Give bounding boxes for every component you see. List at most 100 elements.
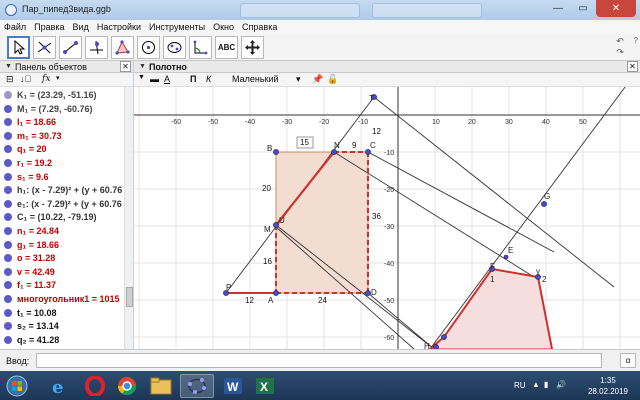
- taskbar-chrome[interactable]: [110, 374, 144, 398]
- segment-tool-button[interactable]: [59, 36, 82, 59]
- algebra-item[interactable]: многоугольник1 = 1015: [0, 293, 124, 306]
- auxiliary-objects-icon[interactable]: ⊟: [6, 74, 14, 85]
- close-button[interactable]: ✕: [596, 0, 636, 17]
- visibility-dot-icon[interactable]: [4, 213, 12, 222]
- algebra-item[interactable]: e₁: (x - 7.29)² + (y + 60.76: [0, 198, 124, 211]
- minimize-button[interactable]: —: [546, 0, 570, 17]
- menu-file[interactable]: Файл: [0, 22, 30, 32]
- network-icon[interactable]: ▮: [544, 380, 548, 389]
- text-tool-button[interactable]: ABC: [215, 36, 238, 59]
- algebra-item[interactable]: C₁ = (10.22, -79.19): [0, 211, 124, 224]
- volume-icon[interactable]: 🔊: [556, 380, 566, 389]
- visibility-dot-icon[interactable]: [4, 104, 12, 113]
- visibility-dot-icon[interactable]: [4, 227, 12, 235]
- visibility-dot-icon[interactable]: [4, 172, 12, 181]
- visibility-dot-icon[interactable]: [4, 199, 12, 208]
- visibility-dot-icon[interactable]: [4, 186, 12, 195]
- style-bar-toggle-icon[interactable]: ▼: [138, 74, 145, 81]
- algebra-item[interactable]: s₁ = 9.6: [0, 171, 124, 184]
- visibility-dot-icon[interactable]: [4, 131, 12, 140]
- close-panel-icon[interactable]: ✕: [627, 61, 638, 72]
- algebra-item[interactable]: s₂ = 13.14: [0, 320, 124, 333]
- rectangle-abcd[interactable]: [275, 151, 369, 294]
- angle-tool-button[interactable]: [189, 36, 212, 59]
- fx-button[interactable]: fx: [42, 74, 50, 84]
- visibility-dot-icon[interactable]: [4, 308, 12, 317]
- algebra-scrollbar[interactable]: [124, 87, 133, 349]
- menu-tools[interactable]: Инструменты: [145, 22, 209, 32]
- collapse-triangle-icon[interactable]: ▼: [5, 63, 12, 70]
- show-hidden-icons-icon[interactable]: ▲: [532, 380, 540, 389]
- algebra-item[interactable]: m₁ = 30.73: [0, 130, 124, 143]
- algebra-item[interactable]: K₁ = (23.29, -51.16): [0, 89, 124, 102]
- move-tool-button[interactable]: [7, 36, 30, 59]
- perpendicular-tool-button[interactable]: [85, 36, 108, 59]
- algebra-item[interactable]: g₁ = 18.66: [0, 239, 124, 252]
- pin-icon[interactable]: 📌: [312, 74, 323, 85]
- algebra-item[interactable]: n₁ = 24.84: [0, 225, 124, 238]
- symbol-keyboard-button[interactable]: α: [620, 353, 636, 368]
- menu-options[interactable]: Настройки: [93, 22, 145, 32]
- algebra-item[interactable]: r₁ = 19.2: [0, 157, 124, 170]
- algebra-item[interactable]: v = 42.49: [0, 266, 124, 279]
- taskbar-opera[interactable]: [78, 374, 112, 398]
- circle-tool-button[interactable]: [137, 36, 160, 59]
- help-button[interactable]: ?: [634, 36, 638, 45]
- polygon-tool-button[interactable]: [111, 36, 134, 59]
- bold-button[interactable]: П: [190, 74, 196, 84]
- menu-edit[interactable]: Правка: [30, 22, 68, 32]
- taskbar-geogebra[interactable]: [180, 374, 214, 398]
- algebra-item[interactable]: o = 31.28: [0, 252, 124, 265]
- algebra-item[interactable]: M₁ = (7.29, -60.76): [0, 103, 124, 116]
- taskbar-file-explorer[interactable]: [144, 374, 178, 398]
- lock-icon[interactable]: 🔓: [327, 74, 338, 85]
- chevron-down-icon[interactable]: ▾: [56, 74, 60, 82]
- algebra-item[interactable]: t₁ = 10.08: [0, 307, 124, 320]
- command-input[interactable]: [36, 353, 602, 368]
- text-size-select[interactable]: Маленький: [232, 74, 279, 84]
- language-indicator[interactable]: RU: [514, 381, 526, 390]
- taskbar-word[interactable]: W: [216, 374, 250, 398]
- close-panel-icon[interactable]: ✕: [120, 61, 131, 72]
- background-color-button[interactable]: ▬: [150, 74, 159, 84]
- scrollbar-thumb[interactable]: [126, 287, 133, 307]
- visibility-dot-icon[interactable]: [4, 240, 12, 249]
- visibility-dot-icon[interactable]: [4, 281, 12, 290]
- visibility-dot-icon[interactable]: [4, 118, 12, 127]
- undo-button[interactable]: ↶: [612, 36, 628, 47]
- text-color-button[interactable]: A: [164, 74, 170, 84]
- visibility-dot-icon[interactable]: [4, 335, 12, 344]
- maximize-button[interactable]: ▭: [571, 0, 595, 17]
- visibility-dot-icon[interactable]: [4, 295, 12, 303]
- conic-tool-button[interactable]: [163, 36, 186, 59]
- visibility-dot-icon[interactable]: [4, 322, 12, 331]
- geometry-canvas[interactable]: -60 -50 -40 -30 -20 -10 10 20 30 40 50 -…: [134, 87, 640, 349]
- algebra-item[interactable]: f₁ = 11.37: [0, 279, 124, 292]
- algebra-item[interactable]: l₁ = 18.66: [0, 116, 124, 129]
- visibility-dot-icon[interactable]: [4, 91, 12, 99]
- visibility-dot-icon[interactable]: [4, 159, 12, 167]
- chevron-down-icon[interactable]: ▾: [296, 74, 301, 85]
- taskbar-internet-explorer[interactable]: e: [42, 374, 76, 398]
- background-browser-tab[interactable]: [240, 3, 360, 18]
- background-browser-tab[interactable]: [372, 3, 482, 18]
- redo-button[interactable]: ↷: [612, 47, 628, 58]
- line-tool-button[interactable]: [33, 36, 56, 59]
- visibility-dot-icon[interactable]: [4, 145, 12, 154]
- start-button[interactable]: [2, 374, 32, 398]
- taskbar-excel[interactable]: X: [248, 374, 282, 398]
- algebra-item[interactable]: h₁: (x - 7.29)² + (y + 60.76: [0, 184, 124, 197]
- sort-icon[interactable]: ↓⃝: [20, 74, 31, 84]
- visibility-dot-icon[interactable]: [4, 254, 12, 263]
- algebra-item[interactable]: q₁ = 20: [0, 143, 124, 156]
- visibility-dot-icon[interactable]: [4, 267, 12, 276]
- collapse-triangle-icon[interactable]: ▼: [139, 63, 146, 70]
- menu-help[interactable]: Справка: [238, 22, 281, 32]
- menu-window[interactable]: Окно: [209, 22, 238, 32]
- move-graphics-tool-button[interactable]: [241, 36, 264, 59]
- italic-button[interactable]: К: [206, 74, 211, 84]
- algebra-item[interactable]: q₂ = 41.28: [0, 334, 124, 347]
- graphics-view[interactable]: -60 -50 -40 -30 -20 -10 10 20 30 40 50 -…: [134, 87, 640, 349]
- menu-view[interactable]: Вид: [69, 22, 93, 32]
- clock[interactable]: 1:35 28.02.2019: [584, 375, 632, 397]
